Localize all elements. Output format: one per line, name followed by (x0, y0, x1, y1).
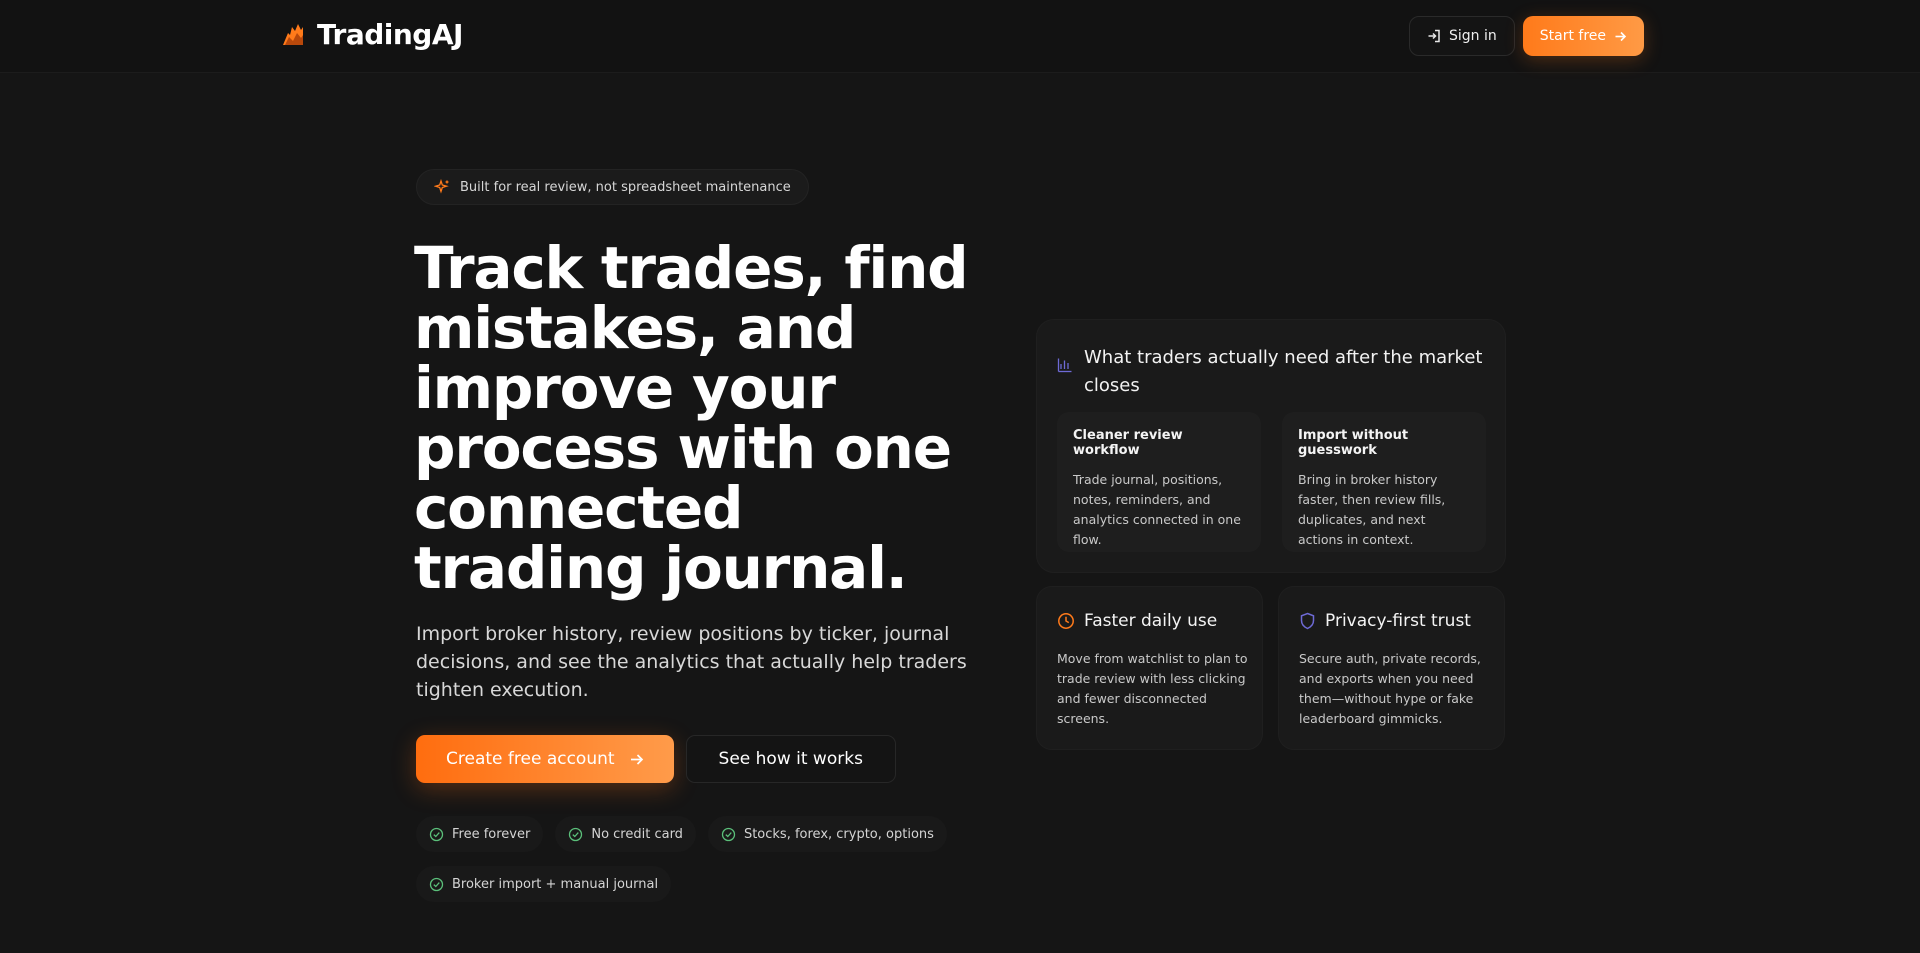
tag-label: Free forever (452, 826, 531, 842)
workflow-card: Cleaner review workflow Trade journal, p… (1057, 412, 1261, 552)
tag-item: Stocks, forex, crypto, options (707, 816, 947, 852)
brand-name: TradingAJ (317, 18, 463, 51)
check-circle-icon (569, 827, 583, 841)
arrow-right-icon (630, 753, 643, 765)
top-header: TradingAJ Sign in Start free (0, 0, 1920, 73)
sign-in-button[interactable]: Sign in (1408, 16, 1515, 56)
start-free-button[interactable]: Start free (1522, 16, 1644, 56)
feature-title: Faster daily use (1084, 611, 1218, 631)
create-account-label: Create free account (446, 749, 615, 769)
feature-tags: Free forever No credit card Stocks, fore… (416, 816, 976, 902)
tag-label: No credit card (591, 826, 683, 842)
create-account-button[interactable]: Create free account (416, 735, 674, 783)
feature-heading: Privacy-first trust (1299, 611, 1471, 631)
hero-pill: Built for real review, not spreadsheet m… (416, 169, 809, 205)
start-free-label: Start free (1539, 28, 1606, 44)
brand[interactable]: TradingAJ (279, 18, 463, 51)
sign-in-label: Sign in (1448, 28, 1497, 44)
card-heading: Cleaner review workflow (1073, 428, 1183, 458)
sparkle-icon (434, 179, 449, 194)
needs-panel: What traders actually need after the mar… (1036, 319, 1506, 573)
cta-row: Create free account See how it works (416, 735, 896, 783)
needs-panel-title: What traders actually need after the mar… (1084, 347, 1483, 396)
card-body: Bring in broker history faster, then rev… (1298, 472, 1446, 547)
arrow-right-icon (1615, 31, 1627, 41)
shield-icon (1300, 612, 1315, 630)
nav-actions: Sign in Start free (1408, 16, 1644, 56)
check-circle-icon (429, 877, 444, 891)
privacy-panel: Privacy-first trust Secure auth, private… (1278, 586, 1505, 750)
feature-body: Secure auth, private records, and export… (1299, 651, 1481, 726)
card-body: Trade journal, positions, notes, reminde… (1073, 472, 1241, 547)
hero-subline: Import broker history, review positions … (416, 623, 967, 701)
hero-pill-text: Built for real review, not spreadsheet m… (460, 179, 791, 195)
check-circle-icon (721, 827, 736, 841)
feature-title: Privacy-first trust (1325, 611, 1471, 631)
feature-heading: Faster daily use (1057, 611, 1217, 631)
card-heading: Import without guesswork (1298, 428, 1409, 458)
feature-body: Move from watchlist to plan to trade rev… (1057, 651, 1248, 726)
faster-use-panel: Faster daily use Move from watchlist to … (1036, 586, 1263, 750)
bar-chart-icon (1057, 358, 1072, 373)
check-circle-icon (429, 827, 444, 841)
see-how-button[interactable]: See how it works (685, 735, 896, 783)
clock-icon (1058, 613, 1074, 629)
tag-item: Free forever (416, 816, 544, 852)
sign-in-icon (1428, 29, 1440, 43)
tag-item: No credit card (555, 816, 696, 852)
brand-logo-icon (283, 23, 303, 45)
import-card: Import without guesswork Bring in broker… (1282, 412, 1486, 552)
tag-item: Broker import + manual journal (416, 866, 672, 902)
hero-headline: Track trades, find mistakes, and improve… (414, 234, 969, 602)
tag-label: Stocks, forex, crypto, options (743, 826, 934, 842)
tag-label: Broker import + manual journal (452, 876, 659, 892)
